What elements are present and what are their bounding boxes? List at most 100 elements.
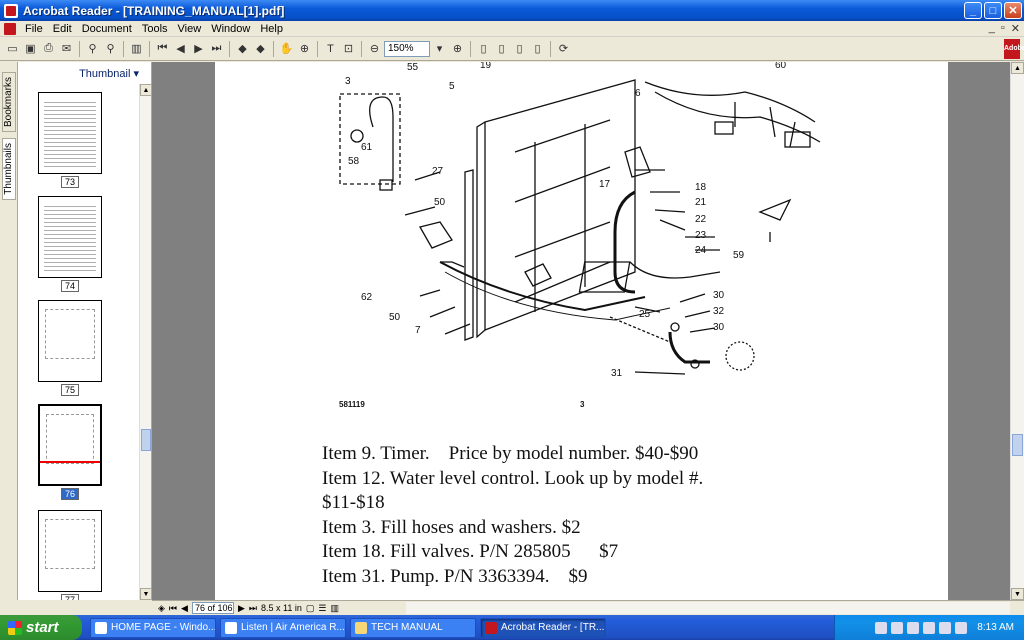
tray-icon[interactable] [875, 621, 888, 634]
email-icon[interactable]: ✉ [58, 40, 75, 58]
horizontal-scrollbar[interactable] [406, 602, 1010, 614]
callout-3: 3 [345, 76, 351, 87]
callout-17: 17 [599, 179, 611, 190]
thumbnail-scrollbar[interactable]: ▲ ▼ [139, 84, 152, 600]
scroll-down-icon[interactable]: ▼ [140, 588, 152, 600]
doc-restore-icon[interactable]: ▫ [1001, 22, 1005, 35]
previous-page-icon[interactable]: ◀ [172, 40, 189, 58]
last-page-icon[interactable]: ⏭ [208, 40, 225, 58]
tray-icon[interactable] [923, 621, 936, 634]
zoom-in-icon[interactable]: ⊕ [449, 40, 466, 58]
callout-27: 27 [432, 166, 444, 177]
scroll-down-icon[interactable]: ▼ [1011, 588, 1024, 600]
status-bar: ◈ ⏮ ◀ 76 of 106 ▶ ⏭ 8.5 x 11 in ▢ ☰ ▥ [152, 600, 1024, 615]
print-icon[interactable]: ⎙ [40, 40, 57, 58]
first-page-icon[interactable]: ⏮ [169, 603, 177, 614]
page-number-field[interactable]: 76 of 106 [191, 602, 234, 614]
document-vertical-scrollbar[interactable]: ▲ ▼ [1010, 62, 1024, 600]
continuous-icon[interactable]: ☰ [318, 603, 326, 614]
back-icon[interactable]: ◆ [234, 40, 251, 58]
thumbnail-page[interactable]: 75 [38, 300, 102, 396]
close-button[interactable]: ✕ [1004, 2, 1022, 19]
task-tech-manual[interactable]: TECH MANUAL [350, 617, 476, 638]
menu-window[interactable]: Window [206, 23, 255, 35]
search-icon[interactable]: ⚲ [84, 40, 101, 58]
save-icon[interactable]: ▣ [22, 40, 39, 58]
previous-page-icon[interactable]: ◀ [181, 603, 188, 614]
tray-icon[interactable] [955, 621, 968, 634]
thumbnail-label: 73 [61, 176, 79, 188]
open-icon[interactable]: ▭ [4, 40, 21, 58]
tab-thumbnails[interactable]: Thumbnails [2, 138, 16, 200]
callout-5: 5 [449, 81, 455, 92]
document-icon[interactable] [4, 22, 16, 35]
next-page-icon[interactable]: ▶ [190, 40, 207, 58]
single-page-icon[interactable]: ▢ [306, 603, 315, 614]
task-listen[interactable]: Listen | Air America R... [220, 617, 346, 638]
task-home-page[interactable]: HOME PAGE - Windo... [90, 617, 216, 638]
doc-close-icon[interactable]: ✕ [1011, 22, 1020, 35]
last-page-icon[interactable]: ⏭ [249, 603, 257, 614]
reflow-icon[interactable]: ▯ [529, 40, 546, 58]
document-view[interactable]: 3 55 19 5 6 60 61 58 27 50 17 18 21 22 2… [152, 62, 1010, 600]
taskbar: start HOME PAGE - Windo... Listen | Air … [0, 615, 1024, 640]
menu-help[interactable]: Help [255, 23, 288, 35]
callout-19: 19 [480, 62, 492, 71]
zoom-out-icon[interactable]: ⊖ [366, 40, 383, 58]
navigation-pane-icon[interactable]: ▥ [128, 40, 145, 58]
thumbnail-page[interactable]: 77 [38, 510, 102, 600]
menu-edit[interactable]: Edit [48, 23, 77, 35]
fit-width-icon[interactable]: ▯ [511, 40, 528, 58]
menu-tools[interactable]: Tools [137, 23, 173, 35]
minimize-button[interactable]: _ [964, 2, 982, 19]
menu-view[interactable]: View [173, 23, 207, 35]
task-acrobat[interactable]: Acrobat Reader - [TR... [480, 617, 606, 638]
actual-size-icon[interactable]: ▯ [475, 40, 492, 58]
thumbnail-label: 77 [61, 594, 79, 600]
page-size: 8.5 x 11 in [260, 603, 302, 613]
rotate-icon[interactable]: ⟳ [555, 40, 572, 58]
ie-icon [95, 621, 107, 634]
callout-55: 55 [407, 62, 419, 73]
text-select-icon[interactable]: T [322, 40, 339, 58]
tray-icon[interactable] [907, 621, 920, 634]
scrollbar-thumb[interactable] [1012, 434, 1023, 456]
menu-file[interactable]: File [20, 23, 48, 35]
scroll-up-icon[interactable]: ▲ [1011, 62, 1024, 74]
find-icon[interactable]: ⚲ [102, 40, 119, 58]
tab-bookmarks[interactable]: Bookmarks [2, 72, 16, 133]
zoom-input[interactable]: 150% [384, 40, 430, 57]
callout-24: 24 [695, 245, 707, 256]
folder-icon [355, 621, 367, 634]
scrollbar-thumb[interactable] [141, 429, 151, 451]
thumbnail-page-selected[interactable]: 76 [38, 404, 102, 500]
pane-toggle-icon[interactable]: ◈ [158, 603, 165, 614]
tray-icon[interactable] [939, 621, 952, 634]
title-bar: Acrobat Reader - [TRAINING_MANUAL[1].pdf… [0, 0, 1024, 21]
snapshot-icon[interactable]: ⊡ [340, 40, 357, 58]
facing-icon[interactable]: ▥ [330, 603, 339, 614]
next-page-icon[interactable]: ▶ [238, 603, 245, 614]
tray-icon[interactable] [891, 621, 904, 634]
callout-18: 18 [695, 182, 707, 193]
menu-bar: File Edit Document Tools View Window Hel… [0, 21, 1024, 37]
menu-document[interactable]: Document [77, 23, 137, 35]
scroll-up-icon[interactable]: ▲ [140, 84, 152, 96]
callout-58: 58 [348, 156, 360, 167]
thumbnail-options-menu[interactable]: Thumbnail ▾ [18, 62, 151, 84]
fit-page-icon[interactable]: ▯ [493, 40, 510, 58]
forward-icon[interactable]: ◆ [252, 40, 269, 58]
first-page-icon[interactable]: ⏮ [154, 40, 171, 58]
hand-tool-icon[interactable]: ✋ [278, 40, 295, 58]
thumbnail-page[interactable]: 73 [38, 92, 102, 188]
clock[interactable]: 8:13 AM [977, 622, 1014, 633]
callout-50: 50 [434, 197, 446, 208]
zoom-dropdown-icon[interactable]: ▾ [431, 40, 448, 58]
zoom-tool-icon[interactable]: ⊕ [296, 40, 313, 58]
start-button[interactable]: start [0, 615, 82, 640]
thumbnail-page[interactable]: 74 [38, 196, 102, 292]
doc-minimize-icon[interactable]: _ [989, 22, 995, 35]
maximize-button[interactable]: □ [984, 2, 1002, 19]
callout-60: 60 [775, 62, 787, 71]
thumbnail-label: 76 [61, 488, 79, 500]
